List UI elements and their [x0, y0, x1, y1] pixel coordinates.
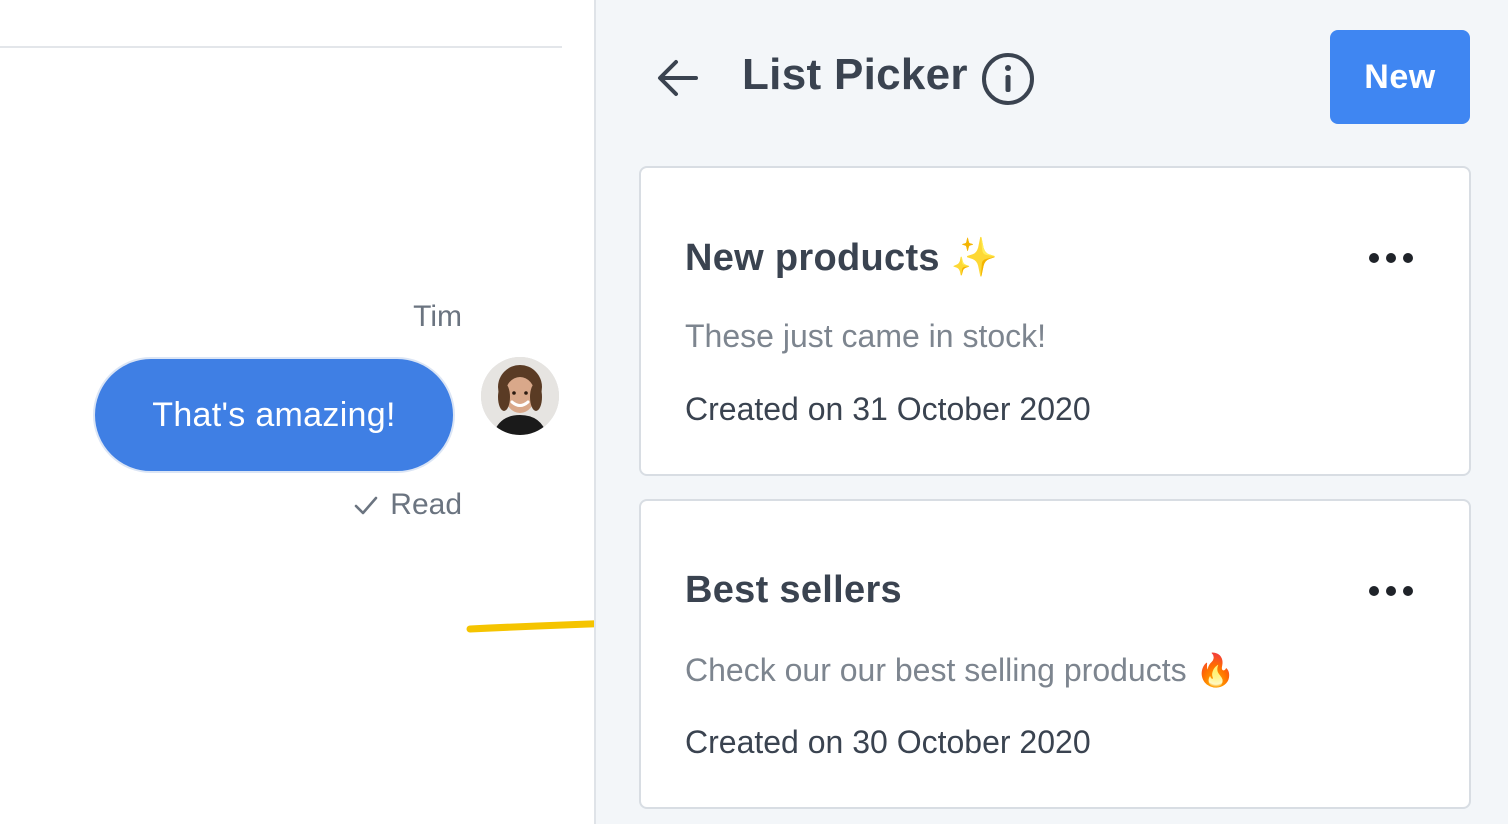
avatar[interactable] [481, 357, 559, 435]
message-text: That's amazing! [152, 395, 396, 434]
menu-dot [1369, 586, 1379, 596]
message-bubble[interactable]: That's amazing! [93, 357, 455, 473]
read-label: Read [390, 488, 462, 521]
more-options-icon[interactable] [1369, 577, 1413, 605]
chat-pane: Tim That's amazing! Read [0, 0, 594, 824]
more-options-icon[interactable] [1369, 244, 1413, 272]
read-status: Read [352, 488, 462, 522]
info-button[interactable] [980, 51, 1036, 107]
new-list-button[interactable]: New [1330, 30, 1470, 124]
list-card[interactable]: New products ✨ These just came in stock!… [639, 166, 1471, 476]
menu-dot [1386, 586, 1396, 596]
info-circle-icon [982, 53, 1034, 105]
list-description: Check our our best selling products 🔥 [685, 652, 1236, 688]
list-description: These just came in stock! [685, 318, 1047, 354]
avatar-image [481, 357, 559, 435]
sender-name: Tim [413, 300, 462, 333]
checkmark-icon [354, 496, 378, 515]
chat-divider [0, 46, 562, 48]
arrow-left-icon [658, 60, 698, 96]
back-button[interactable] [652, 52, 704, 104]
menu-dot [1403, 586, 1413, 596]
list-created-date: Created on 31 October 2020 [685, 391, 1091, 427]
menu-dot [1369, 253, 1379, 263]
list-title: New products ✨ [685, 237, 999, 279]
menu-dot [1403, 253, 1413, 263]
list-card[interactable]: Best sellers Check our our best selling … [639, 499, 1471, 809]
list-picker-panel: List Picker New New products ✨ These jus… [594, 0, 1508, 824]
list-created-date: Created on 30 October 2020 [685, 724, 1091, 760]
menu-dot [1386, 253, 1396, 263]
list-title: Best sellers [685, 569, 902, 611]
panel-title: List Picker [742, 50, 968, 99]
